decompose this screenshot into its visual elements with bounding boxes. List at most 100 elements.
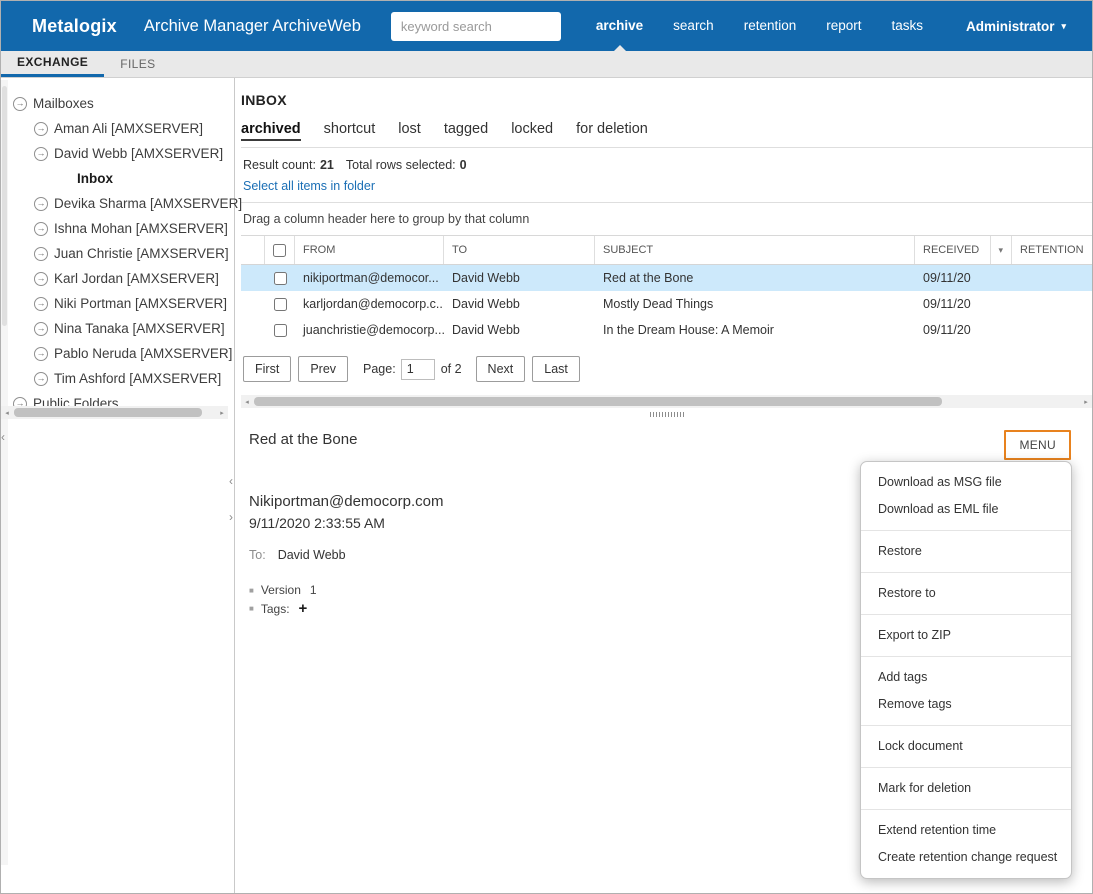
tree-item[interactable]: Nina Tanaka [AMXSERVER]	[1, 316, 234, 341]
sidebar-horizontal-scrollbar[interactable]: ◂ ▸	[1, 406, 228, 419]
expand-sidebar-icon[interactable]: ›	[229, 511, 233, 523]
tree-item[interactable]: Aman Ali [AMXSERVER]	[1, 116, 234, 141]
table-row[interactable]: juanchristie@democorp.... David Webb In …	[241, 317, 1092, 343]
tree-item[interactable]: Devika Sharma [AMXSERVER]	[1, 191, 242, 216]
menu-item[interactable]: Lock document	[861, 726, 1071, 768]
expand-arrow-icon[interactable]	[34, 346, 48, 361]
message-title: Red at the Bone	[249, 431, 358, 448]
expand-arrow-icon[interactable]	[34, 371, 48, 386]
row-checkbox[interactable]	[273, 323, 287, 337]
tree-item-label: Devika Sharma [AMXSERVER]	[54, 196, 243, 211]
context-menu: Download as MSG file Download as EML file…	[860, 461, 1072, 879]
page-number-input[interactable]	[400, 358, 435, 380]
menu-button[interactable]: MENU	[1004, 430, 1071, 460]
table-row[interactable]: nikiportman@democor... David Webb Red at…	[241, 265, 1092, 291]
tree-item[interactable]: David Webb [AMXSERVER]	[1, 141, 234, 166]
nav-item[interactable]: tasks	[877, 1, 939, 51]
received-filter-icon[interactable]: ▾	[990, 236, 1003, 264]
menu-item[interactable]: Mark for deletion	[861, 768, 1071, 810]
last-page-button[interactable]: Last	[532, 356, 580, 382]
tree-item[interactable]: Ishna Mohan [AMXSERVER]	[1, 216, 234, 241]
menu-item[interactable]: Restore	[861, 531, 1071, 573]
view-tab[interactable]: archived	[241, 121, 301, 141]
nav-item[interactable]: archive	[581, 1, 658, 51]
prev-page-button[interactable]: Prev	[298, 356, 349, 382]
nav-item[interactable]: search	[658, 1, 729, 51]
column-header-to[interactable]: TO	[444, 236, 595, 264]
panel-collapse-icon[interactable]: ‹	[1, 430, 5, 444]
tree-item[interactable]: Pablo Neruda [AMXSERVER]	[1, 341, 234, 366]
result-count-line: Result count: 21 Total rows selected: 0	[243, 158, 1092, 172]
column-header-received[interactable]: RECEIVED ▾	[915, 236, 1012, 264]
menu-item[interactable]: Restore to	[861, 573, 1071, 615]
scroll-left-icon[interactable]: ◂	[241, 395, 253, 408]
module-tab[interactable]: EXCHANGE	[1, 51, 105, 77]
table-horizontal-scrollbar[interactable]: ◂ ▸	[241, 395, 1092, 408]
row-checkbox[interactable]	[273, 271, 287, 285]
tree-item[interactable]: Niki Portman [AMXSERVER]	[1, 291, 234, 316]
add-tag-button[interactable]: +	[299, 600, 308, 617]
app-title: Archive Manager ArchiveWeb	[143, 16, 361, 35]
view-tab[interactable]: tagged	[444, 121, 488, 147]
expand-arrow-icon[interactable]	[34, 196, 48, 211]
select-all-link[interactable]: Select all items in folder	[243, 179, 375, 193]
expand-arrow-icon[interactable]	[34, 246, 48, 261]
expand-arrow-icon[interactable]	[34, 221, 48, 236]
tree-item[interactable]: Tim Ashford [AMXSERVER]	[1, 366, 234, 391]
menu-item[interactable]: Remove tags	[861, 691, 1071, 726]
expand-arrow-icon[interactable]	[34, 271, 48, 286]
view-tabs: archived shortcut lost tagged locked for dele…	[241, 121, 1092, 148]
to-value: David Webb	[277, 548, 346, 562]
row-checkbox[interactable]	[273, 297, 287, 311]
tree-item-label: David Webb [AMXSERVER]	[54, 146, 224, 161]
cell-subject: In the Dream House: A Memoir	[603, 323, 774, 337]
view-tab[interactable]: shortcut	[324, 121, 376, 147]
expand-arrow-icon[interactable]	[34, 296, 48, 311]
tree-item[interactable]: Juan Christie [AMXSERVER]	[1, 241, 234, 266]
view-tab[interactable]: lost	[398, 121, 421, 147]
version-value: 1	[309, 583, 317, 597]
expand-arrow-icon[interactable]	[34, 121, 48, 136]
first-page-button[interactable]: First	[243, 356, 292, 382]
tree-item[interactable]: Inbox	[1, 166, 234, 191]
select-all-checkbox-cell	[265, 236, 295, 264]
expand-arrow-icon[interactable]	[34, 321, 48, 336]
tree-item[interactable]: Karl Jordan [AMXSERVER]	[1, 266, 234, 291]
scrollbar-thumb[interactable]	[254, 397, 942, 406]
menu-item[interactable]: Create retention change request	[861, 844, 1071, 878]
message-table: FROM TO SUBJECT RECEIVED ▾ RETENTION nik…	[241, 236, 1092, 343]
menu-item[interactable]: Add tags	[861, 657, 1071, 691]
tree-item-label: Ishna Mohan [AMXSERVER]	[54, 221, 228, 236]
menu-item[interactable]: Extend retention time	[861, 810, 1071, 844]
column-header-subject[interactable]: SUBJECT	[595, 236, 915, 264]
scrollbar-thumb[interactable]	[14, 408, 202, 417]
expand-arrow-icon[interactable]	[34, 146, 48, 161]
sidebar-splitter: ‹ ›	[229, 475, 233, 523]
nav-item[interactable]: report	[811, 1, 876, 51]
column-header-retention[interactable]: RETENTION	[1012, 236, 1092, 264]
scroll-left-icon[interactable]: ◂	[1, 406, 13, 419]
page-label: Page:	[363, 362, 396, 376]
select-all-checkbox[interactable]	[273, 243, 286, 257]
scroll-right-icon[interactable]: ▸	[216, 406, 228, 419]
tree-item[interactable]: Mailboxes	[1, 91, 234, 116]
cell-subject: Mostly Dead Things	[603, 297, 714, 311]
view-tab[interactable]: locked	[511, 121, 553, 147]
row-checkbox-cell	[265, 323, 295, 337]
table-row[interactable]: karljordan@democorp.c... David Webb Most…	[241, 291, 1092, 317]
user-menu[interactable]: Administrator ▾	[966, 19, 1066, 34]
scroll-right-icon[interactable]: ▸	[1080, 395, 1092, 408]
nav-item[interactable]: retention	[729, 1, 812, 51]
menu-item[interactable]: Download as MSG file	[861, 462, 1071, 496]
view-tab[interactable]: for deletion	[576, 121, 648, 147]
next-page-button[interactable]: Next	[475, 356, 526, 382]
menu-item[interactable]: Download as EML file	[861, 496, 1071, 531]
keyword-search-input[interactable]	[390, 11, 561, 41]
expand-arrow-icon[interactable]	[13, 96, 27, 111]
module-tab[interactable]: FILES	[104, 51, 171, 77]
menu-item[interactable]: Export to ZIP	[861, 615, 1071, 657]
collapse-sidebar-icon[interactable]: ‹	[229, 475, 233, 487]
group-by-drop-zone[interactable]: Drag a column header here to group by th…	[241, 203, 1092, 236]
tree-item-label: Tim Ashford [AMXSERVER]	[54, 371, 222, 386]
column-header-from[interactable]: FROM	[295, 236, 444, 264]
